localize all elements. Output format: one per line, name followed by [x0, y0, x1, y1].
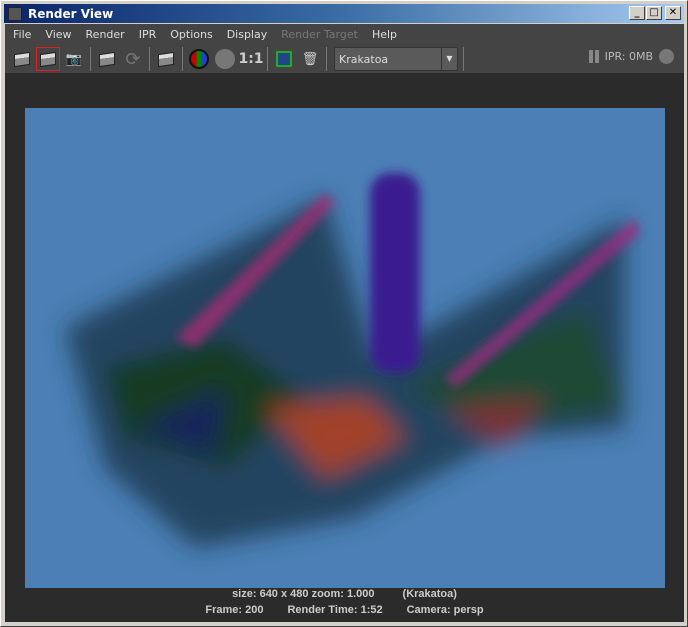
close-button[interactable]: ✕	[665, 6, 681, 20]
render-view-window: Render View _ □ ✕ File View Render IPR O…	[0, 0, 688, 627]
rendered-image	[25, 108, 665, 588]
redo-render-button[interactable]	[11, 48, 33, 70]
remove-image-button[interactable]: 🗑	[299, 48, 321, 70]
ipr-status-indicator	[659, 49, 674, 64]
maximize-button[interactable]: □	[646, 6, 662, 20]
real-size-button[interactable]: 1:1	[238, 48, 263, 70]
frame-info: Frame: 200	[205, 604, 264, 616]
renderer-select[interactable]: Krakatoa ▼	[334, 47, 458, 71]
render-viewport[interactable]: size: 640 x 480 zoom: 1.000 (Krakatoa) Fr…	[5, 73, 684, 622]
rgb-icon	[189, 49, 209, 69]
snapshot-button[interactable]: 📷	[63, 48, 85, 70]
refresh-icon: ⟳	[125, 48, 141, 70]
chevron-down-icon: ▼	[441, 48, 457, 70]
clapboard-region-icon	[40, 51, 56, 67]
renderer-info: (Krakatoa)	[402, 588, 457, 600]
menu-options[interactable]: Options	[170, 28, 212, 41]
toolbar: 📷 ⟳ 1:1 🗑 Krakatoa ▼ IPR: 0MB	[5, 45, 684, 73]
title-bar[interactable]: Render View _ □ ✕	[4, 4, 684, 23]
sequence-icon	[158, 51, 174, 67]
refresh-ipr-button[interactable]: ⟳	[122, 48, 144, 70]
ipr-clapboard-icon	[99, 51, 115, 67]
render-sequence-button[interactable]	[155, 48, 177, 70]
menu-render-target: Render Target	[281, 28, 358, 41]
pause-ipr-icon[interactable]	[588, 50, 599, 63]
rgb-channels-button[interactable]	[188, 48, 210, 70]
menu-display[interactable]: Display	[227, 28, 268, 41]
clapboard-icon	[14, 51, 30, 67]
image-size-info: size: 640 x 480 zoom: 1.000	[232, 588, 375, 600]
render-time-info: Render Time: 1:52	[287, 604, 383, 616]
renderer-value: Krakatoa	[339, 52, 389, 66]
render-region-button[interactable]	[36, 47, 60, 71]
app-icon	[8, 6, 22, 21]
camera-info: Camera: persp	[406, 604, 484, 616]
ipr-render-button[interactable]	[96, 48, 118, 70]
menu-view[interactable]: View	[45, 28, 71, 41]
camera-icon: 📷	[65, 51, 83, 67]
menu-render[interactable]: Render	[86, 28, 125, 41]
alpha-channel-button[interactable]	[214, 48, 236, 70]
menu-ipr[interactable]: IPR	[139, 28, 157, 41]
trash-icon: 🗑	[301, 51, 319, 67]
window-title: Render View	[28, 6, 114, 21]
keep-image-button[interactable]	[273, 48, 295, 70]
ipr-memory: IPR: 0MB	[604, 50, 653, 63]
menu-file[interactable]: File	[13, 28, 31, 41]
menu-bar: File View Render IPR Options Display Ren…	[5, 24, 684, 45]
alpha-icon	[215, 49, 235, 69]
menu-help[interactable]: Help	[372, 28, 397, 41]
minimize-button[interactable]: _	[629, 6, 645, 20]
keep-image-icon	[276, 51, 292, 67]
